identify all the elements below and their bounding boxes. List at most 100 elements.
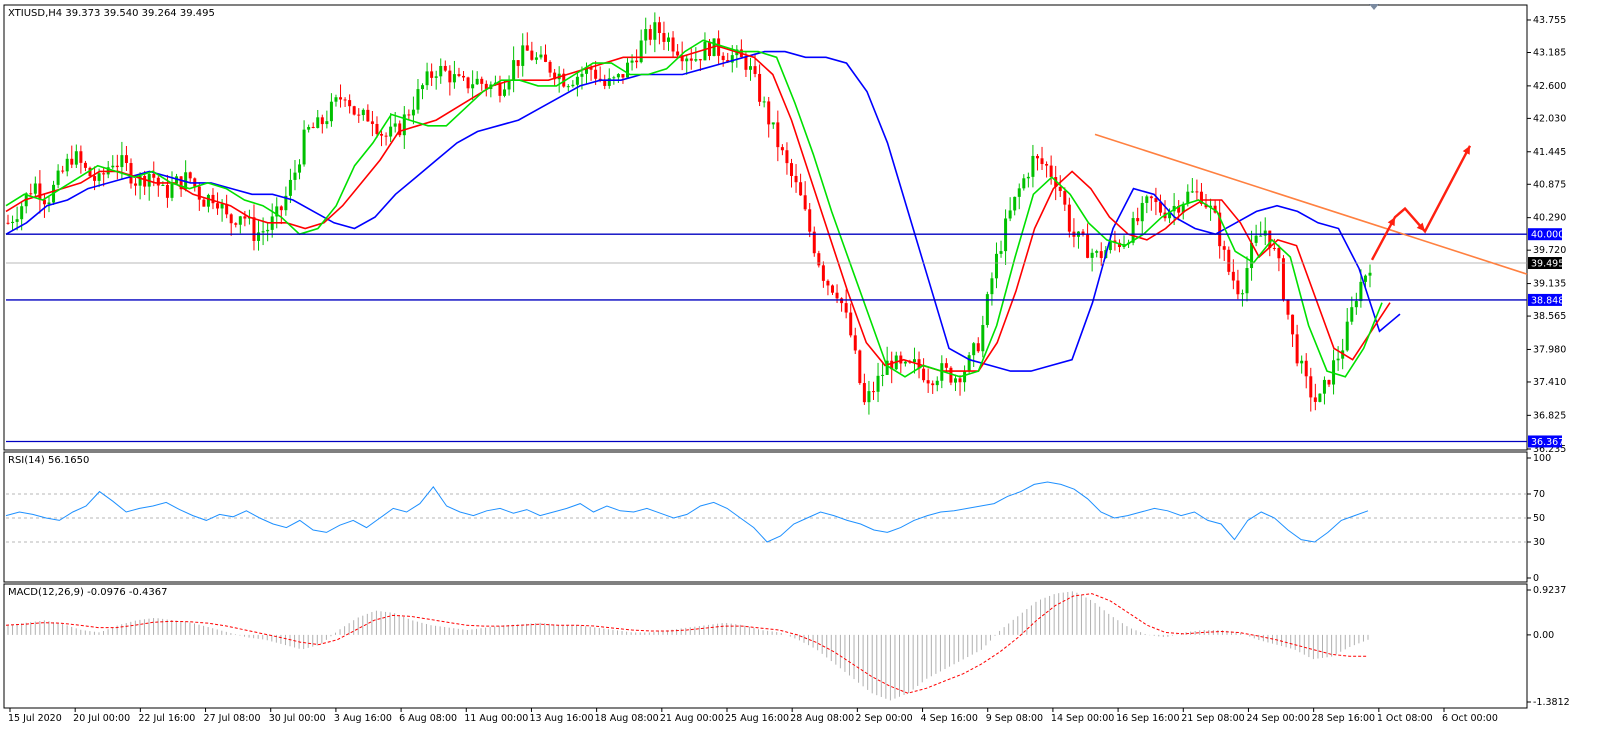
- candle-body: [972, 343, 976, 356]
- candle-body: [411, 109, 415, 116]
- candle-body: [466, 77, 470, 89]
- candle-body: [261, 231, 265, 233]
- candle-body: [949, 367, 953, 383]
- x-tick-label: 27 Jul 08:00: [204, 713, 261, 724]
- candle-body: [475, 78, 479, 85]
- candle-body: [74, 151, 78, 165]
- candle-body: [922, 368, 926, 381]
- candle-body: [115, 165, 119, 168]
- x-tick-label: 18 Aug 08:00: [595, 713, 659, 724]
- candle-body: [1318, 393, 1322, 402]
- candle-body: [840, 298, 844, 304]
- candle-body: [999, 251, 1003, 254]
- candle-body: [648, 29, 652, 40]
- y-tick-label: 42.600: [1533, 81, 1566, 92]
- candle-body: [1227, 249, 1231, 272]
- price-level-label: 38.848: [1531, 295, 1564, 306]
- candle-body: [229, 214, 233, 224]
- candle-body: [384, 135, 388, 137]
- candle-body: [780, 147, 784, 151]
- candle-body: [325, 121, 329, 125]
- candle-body: [689, 58, 693, 61]
- candle-body: [1195, 191, 1199, 193]
- candle-body: [238, 216, 242, 225]
- y-tick-label: 41.445: [1533, 147, 1566, 158]
- candle-body: [1295, 334, 1299, 364]
- candle-body: [102, 173, 106, 175]
- candle-body: [771, 122, 775, 125]
- candle-body: [503, 89, 507, 96]
- candle-body: [375, 123, 379, 134]
- x-tick-label: 13 Aug 16:00: [529, 713, 593, 724]
- candle-body: [1031, 155, 1035, 177]
- candle-body: [56, 170, 60, 185]
- candle-body: [544, 54, 548, 62]
- candle-body: [311, 126, 315, 128]
- candle-body: [443, 65, 447, 71]
- y-tick-label: 38.565: [1533, 311, 1566, 322]
- candle-body: [685, 58, 689, 62]
- candle-body: [61, 170, 65, 172]
- candle-body: [881, 374, 885, 376]
- price-level-label: 40.000: [1531, 230, 1564, 241]
- candle-body: [1008, 210, 1012, 219]
- candle-body: [575, 76, 579, 85]
- candle-body: [434, 76, 438, 78]
- candle-body: [594, 69, 598, 79]
- candle-body: [571, 84, 575, 87]
- candle-body: [1013, 196, 1017, 211]
- candle-body: [471, 84, 475, 89]
- candle-body: [548, 61, 552, 73]
- y-tick-label: 39.720: [1533, 245, 1566, 256]
- candle-body: [1313, 397, 1317, 402]
- candle-body: [521, 45, 525, 66]
- candle-body: [525, 45, 529, 51]
- candle-body: [1240, 293, 1244, 295]
- candle-body: [1245, 268, 1249, 294]
- candle-body: [1099, 251, 1103, 259]
- candle-body: [944, 363, 948, 368]
- rsi-y-tick-label: 30: [1533, 537, 1545, 548]
- candle-body: [703, 41, 707, 61]
- candle-body: [1300, 360, 1304, 364]
- x-tick-label: 6 Aug 08:00: [399, 713, 457, 724]
- candle-body: [1222, 246, 1226, 250]
- price-level-label: 36.367: [1531, 437, 1564, 448]
- x-tick-label: 20 Jul 00:00: [73, 713, 130, 724]
- candle-body: [334, 97, 338, 102]
- candle-body: [393, 123, 397, 127]
- candle-body: [990, 278, 994, 295]
- macd-y-tick-label: 0.00: [1533, 630, 1554, 641]
- candle-body: [903, 361, 907, 364]
- candle-body: [320, 117, 324, 125]
- candle-body: [398, 123, 402, 136]
- candle-body: [357, 114, 361, 116]
- candle-body: [143, 176, 147, 187]
- x-tick-label: 28 Aug 08:00: [790, 713, 854, 724]
- candle-body: [516, 60, 520, 66]
- macd-panel-frame: [3, 583, 1528, 709]
- candle-body: [288, 179, 292, 196]
- candle-body: [644, 29, 648, 41]
- y-tick-label: 36.825: [1533, 410, 1566, 421]
- candle-body: [1259, 235, 1263, 237]
- candle-body: [662, 33, 666, 42]
- chart-canvas[interactable]: 1007050300 0.92370.00-1.3812 43.75543.18…: [0, 0, 1619, 752]
- candle-body: [1345, 321, 1349, 351]
- candle-body: [366, 109, 370, 122]
- candle-body: [744, 57, 748, 70]
- macd-header: MACD(12,26,9) -0.0976 -0.4367: [8, 587, 168, 598]
- candle-body: [1277, 248, 1281, 259]
- candle-body: [156, 177, 160, 186]
- candle-body: [630, 60, 634, 63]
- candle-body: [462, 75, 466, 78]
- x-tick-label: 15 Jul 2020: [8, 713, 62, 724]
- candle-body: [698, 59, 702, 61]
- candle-body: [97, 173, 101, 181]
- candle-body: [849, 312, 853, 336]
- x-tick-label: 4 Sep 16:00: [921, 713, 978, 724]
- y-tick-label: 43.755: [1533, 15, 1566, 26]
- candle-body: [339, 97, 343, 100]
- candle-body: [452, 74, 456, 83]
- candle-body: [953, 378, 957, 383]
